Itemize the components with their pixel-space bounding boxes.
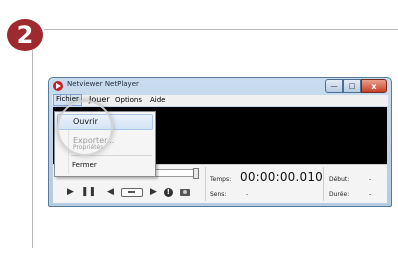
temps-label: Temps: — [210, 176, 232, 183]
debut-value: - — [369, 176, 372, 183]
step-divider-vertical — [32, 50, 33, 248]
close-icon: x — [371, 81, 377, 91]
menu-bar: Fichier Jouer Options Aide — [52, 94, 388, 106]
window-title: Netviewer NetPlayer — [67, 80, 139, 88]
debut-label: Début: — [329, 176, 350, 183]
highlight-circle — [57, 100, 113, 156]
minimize-button[interactable]: — — [325, 79, 343, 93]
menu-item-fermer[interactable]: Fermer — [72, 161, 97, 169]
duree-value: - — [369, 191, 372, 198]
panel-divider — [205, 167, 206, 201]
title-bar[interactable]: Netviewer NetPlayer — □ x — [49, 78, 391, 94]
sens-value: - — [246, 191, 249, 198]
minimize-icon: — — [330, 82, 338, 90]
maximize-icon: □ — [348, 82, 356, 90]
playback-controls: ▶ ❚❚ ◀ ▶ ! — [67, 187, 190, 197]
close-button[interactable]: x — [361, 79, 387, 93]
menu-options[interactable]: Options — [115, 96, 142, 104]
window-controls: — □ x — [325, 79, 387, 93]
duree-label: Durée: — [329, 191, 350, 198]
frame-icon[interactable] — [120, 187, 143, 197]
seek-thumb[interactable] — [193, 168, 199, 179]
step-divider-horizontal — [44, 29, 398, 30]
menu-aide[interactable]: Aide — [150, 96, 165, 104]
step-forward-icon[interactable]: ▶ — [150, 187, 157, 197]
camera-icon[interactable] — [179, 188, 190, 196]
info-icon[interactable]: ! — [163, 187, 173, 197]
play-icon[interactable]: ▶ — [67, 187, 74, 197]
step-back-icon[interactable]: ◀ — [107, 187, 114, 197]
maximize-button[interactable]: □ — [343, 79, 361, 93]
temps-value: 00:00:00.010 — [240, 170, 324, 184]
step-number-badge: 2 — [7, 19, 43, 51]
panel-divider — [323, 167, 324, 201]
app-logo-icon — [53, 81, 63, 91]
sens-label: Sens: — [210, 191, 227, 198]
pause-icon[interactable]: ❚❚ — [81, 187, 96, 197]
